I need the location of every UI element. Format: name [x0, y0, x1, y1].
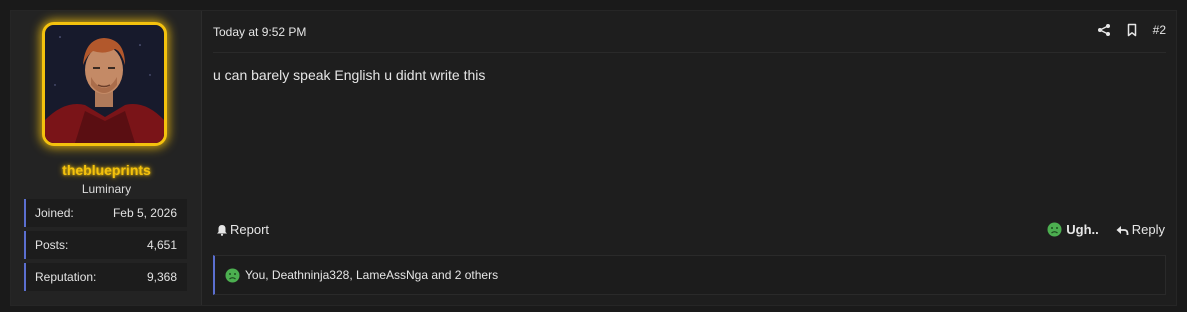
reactions-summary: You, Deathninja328, LameAssNga and 2 oth…: [245, 268, 499, 282]
post-content: u can barely speak English u didnt write…: [213, 67, 486, 83]
stat-value: 4,651: [146, 238, 177, 252]
reply-label: Reply: [1131, 222, 1165, 237]
user-title: Luminary: [81, 182, 132, 196]
stat-joined: Joined: Feb 5, 2026: [24, 199, 187, 227]
stat-reputation: Reputation: 9,368: [24, 263, 187, 291]
forum-post: theblueprints Luminary Joined: Feb 5, 20…: [10, 10, 1177, 306]
username[interactable]: theblueprints: [11, 162, 202, 178]
reactions-list[interactable]: You, Deathninja328, LameAssNga and 2 oth…: [213, 255, 1166, 295]
reaction-label: Ugh..: [1066, 222, 1099, 237]
reply-button[interactable]: Reply: [1115, 222, 1165, 237]
reply-icon: [1116, 225, 1129, 235]
message-column: Today at 9:52 PM #2 u can barely speak E…: [203, 11, 1176, 305]
stat-posts: Posts: 4,651: [24, 231, 187, 259]
stat-value: Feb 5, 2026: [112, 206, 177, 220]
sick-face-icon: [225, 268, 240, 282]
bookmark-icon[interactable]: [1125, 23, 1139, 37]
share-icon[interactable]: [1097, 23, 1111, 37]
post-number[interactable]: #2: [1153, 23, 1166, 37]
post-footer-actions: Ugh.. Reply: [1047, 222, 1165, 237]
stat-label: Posts:: [35, 238, 69, 252]
divider: [213, 52, 1166, 53]
report-button[interactable]: Report: [216, 222, 269, 237]
post-date[interactable]: Today at 9:52 PM: [213, 25, 306, 39]
stat-label: Reputation:: [35, 270, 97, 284]
report-label: Report: [230, 222, 270, 237]
reaction-button[interactable]: Ugh..: [1047, 222, 1099, 237]
stat-label: Joined:: [35, 206, 74, 220]
avatar-image: [45, 25, 164, 143]
bell-icon: [217, 224, 227, 236]
sick-face-icon: [1047, 222, 1062, 237]
avatar[interactable]: [42, 22, 167, 146]
stat-value: 9,368: [146, 270, 177, 284]
post-meta-actions: #2: [1097, 23, 1166, 37]
user-sidebar: theblueprints Luminary Joined: Feb 5, 20…: [11, 11, 202, 305]
